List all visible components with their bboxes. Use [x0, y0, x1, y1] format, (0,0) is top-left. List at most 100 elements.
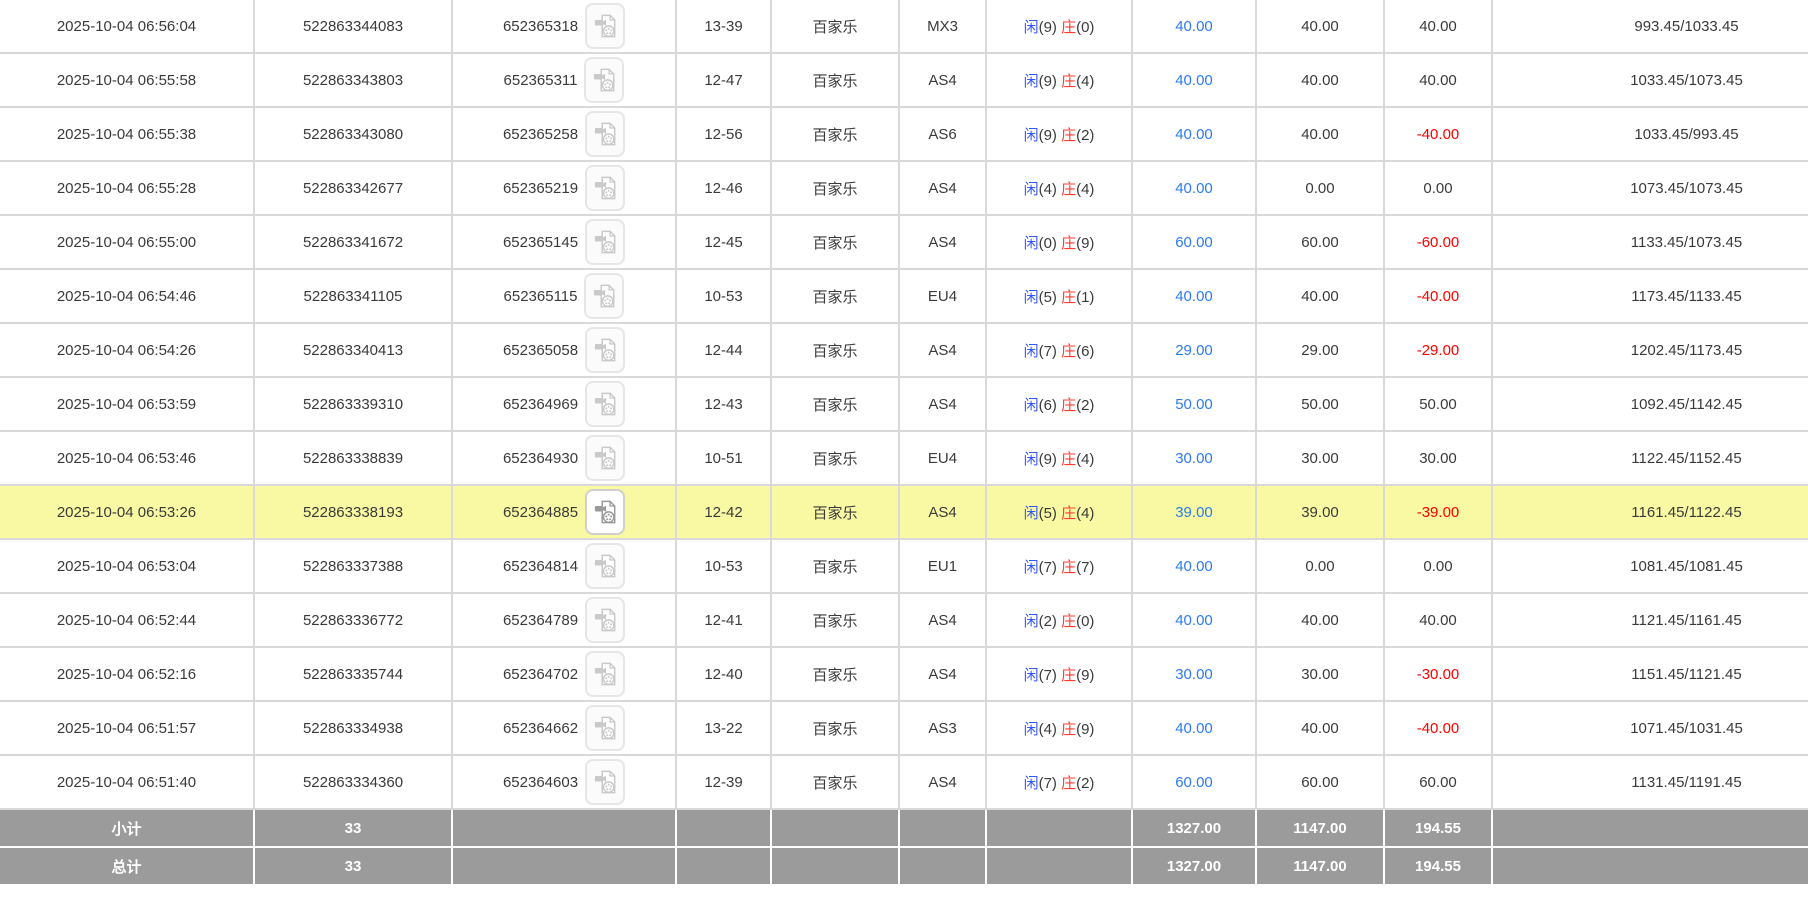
cell-bet-amount[interactable]: 40.00: [1131, 538, 1257, 594]
banker-label: 庄: [1061, 18, 1077, 36]
summary-empty-cell: [451, 808, 677, 848]
cell-shoe-round: 12-40: [675, 646, 772, 702]
cell-balance: 1033.45/1073.45: [1491, 52, 1808, 108]
cell-balance: 1133.45/1073.45: [1491, 214, 1808, 270]
video-replay-button[interactable]: [585, 219, 626, 265]
table-row[interactable]: 2025-10-04 06:54:46 522863341105 652365115…: [0, 268, 1808, 324]
cell-win-loss: 40.00: [1383, 52, 1493, 108]
table-row[interactable]: 2025-10-04 06:51:40 522863334360 652364603…: [0, 754, 1808, 810]
video-replay-button[interactable]: [585, 759, 626, 805]
cell-bet-time: 2025-10-04 06:55:38: [0, 106, 255, 162]
table-row[interactable]: 2025-10-04 06:55:00 522863341672 652365145…: [0, 214, 1808, 270]
video-replay-button[interactable]: [585, 435, 626, 481]
summary-valid-bet-total: 1147.00: [1255, 808, 1385, 848]
video-replay-button[interactable]: [585, 327, 626, 373]
round-number-group: 652364789: [454, 597, 674, 643]
cell-game-result: 闲(5) 庄(1): [985, 268, 1133, 324]
video-file-icon: [594, 176, 616, 200]
round-number-group: 652365145: [454, 219, 674, 265]
cell-game-round: 652364662: [451, 700, 677, 756]
cell-bet-amount[interactable]: 40.00: [1131, 700, 1257, 756]
cell-valid-bet: 0.00: [1255, 538, 1385, 594]
table-row[interactable]: 2025-10-04 06:51:57 522863334938 652364662…: [0, 700, 1808, 756]
cell-table-code: MX3: [898, 0, 987, 54]
round-number-group: 652365258: [454, 111, 674, 157]
summary-empty-cell: [1491, 808, 1808, 848]
cell-bet-amount[interactable]: 40.00: [1131, 52, 1257, 108]
video-replay-button[interactable]: [585, 705, 626, 751]
video-replay-button[interactable]: [585, 111, 626, 157]
cell-table-code: EU4: [898, 268, 987, 324]
player-label: 闲: [1023, 126, 1039, 144]
cell-table-code: AS4: [898, 214, 987, 270]
video-replay-button[interactable]: [585, 165, 626, 211]
summary-empty-cell: [985, 808, 1133, 848]
table-row[interactable]: 2025-10-04 06:53:46 522863338839 652364930…: [0, 430, 1808, 486]
cell-bet-time: 2025-10-04 06:54:46: [0, 268, 255, 324]
cell-game-round: 652365258: [451, 106, 677, 162]
cell-game-round: 652365145: [451, 214, 677, 270]
cell-game-name: 百家乐: [770, 430, 900, 486]
table-row-selected[interactable]: 2025-10-04 06:53:26 522863338193 652364885…: [0, 484, 1808, 540]
table-row[interactable]: 2025-10-04 06:55:58 522863343803 652365311…: [0, 52, 1808, 108]
table-row[interactable]: 2025-10-04 06:54:26 522863340413 652365058…: [0, 322, 1808, 378]
video-replay-button[interactable]: [584, 57, 625, 103]
banker-label: 庄: [1061, 396, 1077, 414]
table-row[interactable]: 2025-10-04 06:53:59 522863339310 652364969…: [0, 376, 1808, 432]
cell-shoe-round: 12-46: [675, 160, 772, 216]
bet-records-table: 2025-10-04 06:56:04 522863344083 652365318…: [0, 0, 1808, 886]
cell-bet-amount[interactable]: 40.00: [1131, 592, 1257, 648]
cell-win-loss: 0.00: [1383, 160, 1493, 216]
cell-game-result: 闲(4) 庄(4): [985, 160, 1133, 216]
video-file-icon: [594, 230, 616, 254]
round-number: 652365311: [503, 71, 578, 89]
cell-game-name: 百家乐: [770, 52, 900, 108]
video-replay-button[interactable]: [585, 543, 626, 589]
cell-balance: 1073.45/1073.45: [1491, 160, 1808, 216]
cell-game-result: 闲(9) 庄(4): [985, 430, 1133, 486]
video-replay-button[interactable]: [585, 651, 626, 697]
cell-order-number: 522863338193: [253, 484, 453, 540]
cell-bet-amount[interactable]: 39.00: [1131, 484, 1257, 540]
cell-bet-amount[interactable]: 50.00: [1131, 376, 1257, 432]
table-row[interactable]: 2025-10-04 06:55:28 522863342677 652365219…: [0, 160, 1808, 216]
cell-order-number: 522863337388: [253, 538, 453, 594]
table-row[interactable]: 2025-10-04 06:55:38 522863343080 652365258…: [0, 106, 1808, 162]
cell-bet-amount[interactable]: 40.00: [1131, 0, 1257, 54]
table-row[interactable]: 2025-10-04 06:52:44 522863336772 652364789…: [0, 592, 1808, 648]
cell-game-result: 闲(7) 庄(9): [985, 646, 1133, 702]
table-row[interactable]: 2025-10-04 06:56:04 522863344083 652365318…: [0, 0, 1808, 54]
cell-bet-amount[interactable]: 40.00: [1131, 268, 1257, 324]
video-replay-button[interactable]: [585, 597, 626, 643]
cell-bet-amount[interactable]: 30.00: [1131, 646, 1257, 702]
video-file-icon: [594, 770, 616, 794]
cell-bet-time: 2025-10-04 06:52:44: [0, 592, 255, 648]
cell-bet-amount[interactable]: 30.00: [1131, 430, 1257, 486]
video-replay-button[interactable]: [585, 3, 626, 49]
summary-row-subtotal: 小计 33 1327.00 1147.00 194.55: [0, 808, 1808, 848]
cell-bet-amount[interactable]: 60.00: [1131, 754, 1257, 810]
round-number: 652364702: [502, 665, 579, 683]
cell-bet-amount[interactable]: 60.00: [1131, 214, 1257, 270]
banker-label: 庄: [1061, 774, 1077, 792]
video-replay-button[interactable]: [585, 381, 626, 427]
cell-order-number: 522863335744: [253, 646, 453, 702]
table-row[interactable]: 2025-10-04 06:53:04 522863337388 652364814…: [0, 538, 1808, 594]
summary-win-loss-total: 194.55: [1383, 846, 1493, 886]
summary-empty-cell: [898, 846, 987, 886]
cell-bet-amount[interactable]: 40.00: [1131, 106, 1257, 162]
player-label: 闲: [1023, 612, 1039, 630]
video-file-icon: [594, 68, 615, 92]
cell-order-number: 522863336772: [253, 592, 453, 648]
cell-game-name: 百家乐: [770, 700, 900, 756]
round-number-group: 652364603: [454, 759, 674, 805]
banker-label: 庄: [1061, 558, 1077, 576]
cell-bet-amount[interactable]: 40.00: [1131, 160, 1257, 216]
table-row[interactable]: 2025-10-04 06:52:16 522863335744 652364702…: [0, 646, 1808, 702]
cell-bet-amount[interactable]: 29.00: [1131, 322, 1257, 378]
player-label: 闲: [1023, 720, 1039, 738]
video-replay-button[interactable]: [584, 273, 625, 319]
round-number: 652364662: [502, 719, 579, 737]
video-replay-button[interactable]: [585, 489, 626, 535]
cell-game-name: 百家乐: [770, 106, 900, 162]
